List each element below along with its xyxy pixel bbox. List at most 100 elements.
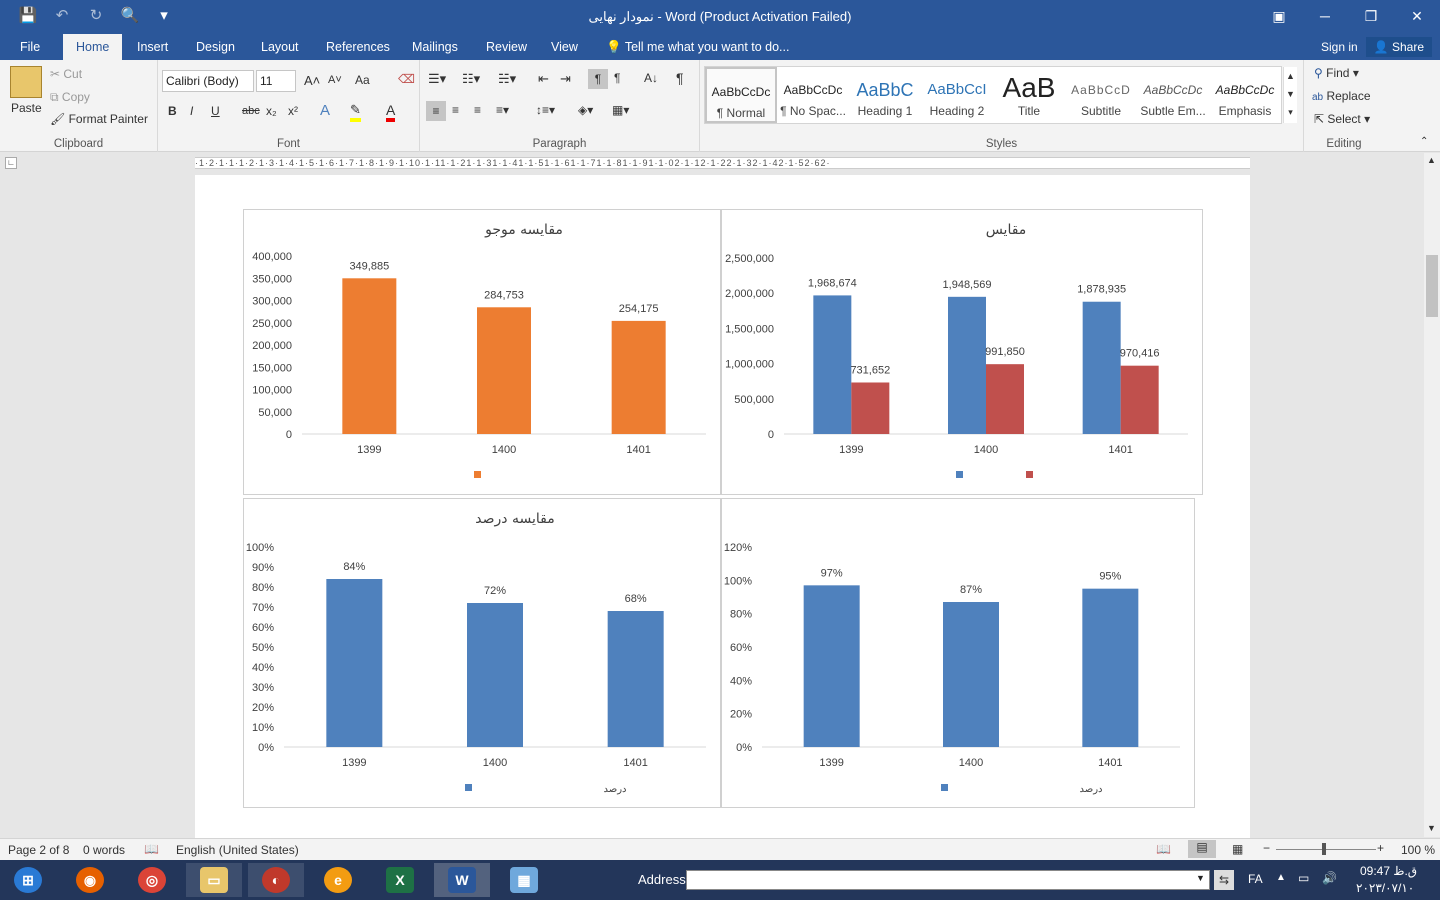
justify-icon[interactable]: ≡▾ [496,103,509,117]
copy-button[interactable]: ⧉ Copy [50,90,90,105]
style-emphasis[interactable]: AaBbCcDc Emphasis [1209,67,1281,123]
word-taskbar[interactable]: W [434,863,490,897]
excel-taskbar[interactable]: X [372,863,428,897]
show-formatting-button[interactable]: ¶ [676,70,684,86]
paste-button[interactable]: Paste [11,101,42,115]
zoom-in-button[interactable]: + [1377,841,1384,855]
firefox-taskbar[interactable]: ◉ [62,863,118,897]
style-no-spacing[interactable]: AaBbCcDc ¶ No Spac... [777,67,849,123]
chart-3[interactable]: مقایسه درصد 0% 10% 20% 30% 40% 50% 60% 70% 80% 90%… [243,498,721,808]
increase-indent-icon[interactable]: ⇥ [560,71,571,87]
font-size-select[interactable]: 11 [256,70,296,92]
browser-taskbar[interactable]: e [310,863,366,897]
tab-file[interactable]: File [20,34,40,60]
clear-formatting-icon[interactable]: ⌫ [398,72,415,86]
font-color-icon[interactable]: A [386,102,396,122]
chart-4[interactable]: 0% 20% 40% 60% 80% 100% 120% 1399 97% 1400 87% 1401… [721,498,1195,808]
style-heading-2[interactable]: AaBbCcI Heading 2 [921,67,993,123]
tab-review[interactable]: Review [486,34,527,60]
ltr-direction-icon[interactable]: ¶ [588,69,608,89]
document-page[interactable]: مقایسه موجو 0 50,000 100,000 150,000 200,000 2… [195,175,1250,840]
style-heading-1[interactable]: AaBbC Heading 1 [849,67,921,123]
collapse-ribbon-icon[interactable]: ⌃ [1420,136,1428,147]
align-right-icon[interactable]: ≡ [474,103,481,117]
tell-me-search[interactable]: 💡 Tell me what you want to do... [606,34,789,60]
borders-icon[interactable]: ▦▾ [612,103,629,117]
explorer-taskbar[interactable]: ▭ [186,863,242,897]
ruler-strip[interactable]: ·1·2·1·1·1·2·1·3·1·4·1·5·1·6·1·7·1·8·1·9… [195,157,1250,169]
start-button[interactable]: ⊞ [0,863,56,897]
restore-button[interactable]: ❐ [1348,0,1394,32]
page-count[interactable]: Page 2 of 8 [8,843,69,857]
style-subtitle[interactable]: AaBbCcD Subtitle [1065,67,1137,123]
word-count[interactable]: 0 words [83,843,125,857]
language-indicator[interactable]: English (United States) [176,843,299,857]
app-taskbar[interactable]: ◐ [248,863,304,897]
font-family-select[interactable]: Calibri (Body) [162,70,254,92]
tab-home[interactable]: Home [63,34,123,60]
sign-in-link[interactable]: Sign in [1321,40,1358,54]
chart-2[interactable]: مقایس 0 500,000 1,000,000 1,500,000 2,000,000… [721,209,1203,495]
tab-mailings[interactable]: Mailings [412,34,458,60]
volume-icon[interactable]: 🔊 [1322,871,1337,885]
tab-layout[interactable]: Layout [261,34,299,60]
shading-icon[interactable]: ◈▾ [578,103,593,117]
tab-insert[interactable]: Insert [137,34,168,60]
rtl-direction-icon[interactable]: ¶ [614,71,620,85]
scroll-down-icon[interactable]: ▼ [1427,823,1436,833]
network-icon[interactable]: ▭ [1298,871,1309,885]
zoom-out-button[interactable]: − [1263,841,1270,855]
multilevel-list-icon[interactable]: ☵▾ [498,71,516,87]
tab-selector-icon[interactable]: ∟ [5,157,17,169]
calculator-taskbar[interactable]: ▦ [496,863,552,897]
italic-button[interactable]: I [190,104,193,118]
tab-design[interactable]: Design [196,34,235,60]
shrink-font-button[interactable]: A˅ [328,74,342,86]
subscript-button[interactable]: x₂ [266,104,277,118]
select-button[interactable]: ⇱ Select ▾ [1314,112,1370,126]
align-center-icon[interactable]: ≡ [452,103,459,117]
sort-icon[interactable]: A↓ [644,71,658,85]
decrease-indent-icon[interactable]: ⇤ [538,71,549,87]
chart-1[interactable]: مقایسه موجو 0 50,000 100,000 150,000 200,000 2… [243,209,721,495]
zoom-level[interactable]: 100 % [1401,843,1435,857]
input-language[interactable]: FA [1248,872,1263,886]
zoom-slider-thumb[interactable] [1322,843,1326,855]
web-layout-icon[interactable]: ▦ [1232,842,1243,856]
address-input[interactable] [686,870,1210,890]
style-normal[interactable]: AaBbCcDc ¶ Normal [705,67,777,123]
chrome-taskbar[interactable]: ◎ [124,863,180,897]
strikethrough-button[interactable]: abc [242,105,260,117]
grow-font-button[interactable]: A˄ [304,73,320,88]
highlight-icon[interactable]: ✎ [350,102,361,122]
read-mode-icon[interactable]: 📖 [1156,842,1171,856]
underline-button[interactable]: U [211,104,220,118]
change-case-button[interactable]: Aa [355,73,370,87]
share-button[interactable]: 👤 Share [1365,37,1432,57]
superscript-button[interactable]: x² [288,104,298,118]
zoom-slider[interactable] [1276,849,1376,850]
tray-expand-icon[interactable]: ▲ [1276,872,1286,883]
bullets-icon[interactable]: ☰▾ [428,71,446,87]
find-button[interactable]: ⚲ Find ▾ [1314,66,1359,80]
proofing-icon[interactable]: 📖 [144,842,159,856]
scroll-up-icon[interactable]: ▲ [1427,155,1436,165]
close-button[interactable]: ✕ [1394,0,1440,32]
minimize-button[interactable]: ─ [1302,0,1348,32]
style-subtle-emphasis[interactable]: AaBbCcDc Subtle Em... [1137,67,1209,123]
style-title[interactable]: AaB Title [993,67,1065,123]
address-go-icon[interactable]: ⇆ [1214,870,1234,890]
cut-button[interactable]: ✂ Cut [50,67,82,81]
align-left-icon[interactable]: ≡ [426,101,446,121]
clock-time[interactable]: 09:47 ق.ظ [1360,864,1417,878]
print-layout-icon[interactable]: ▤ [1188,840,1216,858]
ribbon-display-options-icon[interactable]: ▣ [1256,0,1302,32]
replace-button[interactable]: ab Replace [1312,89,1371,103]
text-effects-icon[interactable]: A [320,102,330,119]
bold-button[interactable]: B [168,104,177,118]
paste-icon[interactable] [10,66,42,98]
address-dropdown-icon[interactable]: ▼ [1196,873,1205,883]
tab-references[interactable]: References [326,34,390,60]
styles-scroll-arrows[interactable]: ▲ ▼ ▾ [1283,67,1297,123]
vertical-scrollbar[interactable]: ▲ ▼ [1424,153,1440,837]
